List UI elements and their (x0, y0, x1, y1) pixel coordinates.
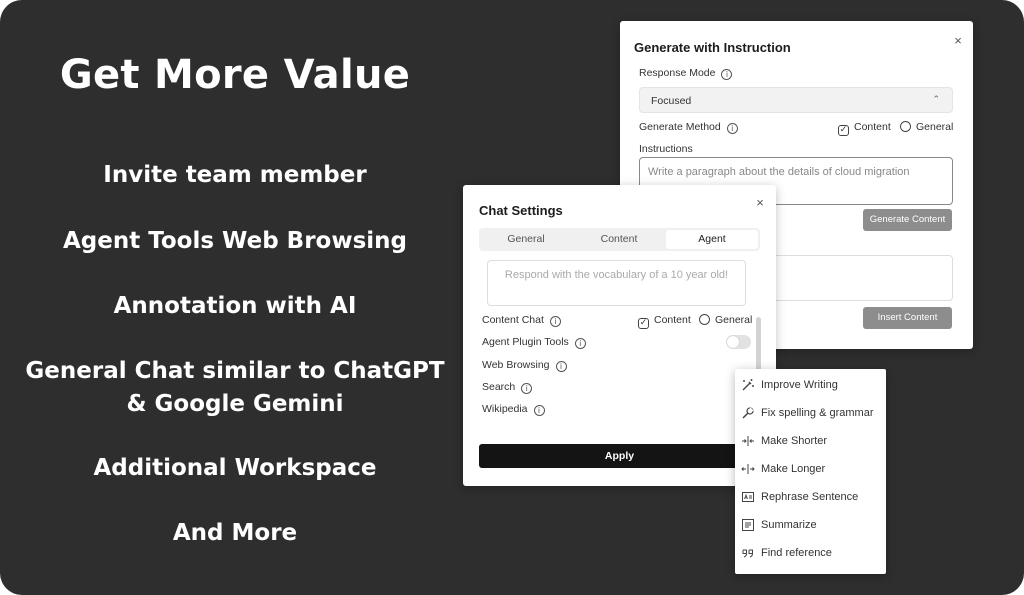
method-general-option[interactable]: General (900, 121, 953, 133)
content-chat-general-option[interactable]: General (699, 314, 752, 326)
generate-dialog-title: Generate with Instruction (634, 40, 791, 55)
search-label: Search i (482, 381, 533, 394)
close-icon[interactable]: × (951, 34, 965, 48)
toggle-knob (727, 336, 739, 348)
response-mode-value: Focused (651, 95, 692, 107)
menu-item-summarize[interactable]: Summarize (735, 513, 885, 541)
rephrase-icon (742, 492, 754, 502)
wrench-icon (742, 407, 754, 419)
headline: Get More Value (59, 52, 411, 98)
quote-icon (742, 549, 753, 558)
checkbox-checked-icon[interactable]: ✓ (838, 125, 849, 136)
method-content-option[interactable]: ✓ Content (838, 121, 891, 136)
menu-item-make-shorter[interactable]: Make Shorter (735, 429, 885, 457)
radio-icon[interactable] (699, 314, 710, 325)
content-chat-content-option[interactable]: ✓ Content (638, 314, 691, 329)
info-icon: i (533, 405, 545, 416)
output-textarea[interactable] (770, 255, 953, 301)
menu-item-fix-spelling[interactable]: Fix spelling & grammar (735, 401, 885, 429)
ai-actions-menu: Improve Writing Fix spelling & grammar M… (735, 369, 886, 574)
info-icon: i (721, 69, 733, 80)
promo-canvas: Get More Value Invite team member Agent … (0, 0, 1024, 595)
chevron-updown-icon: ⌃ (932, 94, 940, 104)
feature-general-chat-line2: & Google Gemini (126, 391, 344, 417)
shrink-icon (742, 436, 754, 446)
feature-annotation: Annotation with AI (113, 293, 357, 319)
tab-agent[interactable]: Agent (666, 230, 758, 249)
system-prompt-input[interactable]: Respond with the vocabulary of a 10 year… (487, 260, 746, 306)
agent-plugin-tools-label: Agent Plugin Tools i (482, 336, 586, 349)
info-icon: i (549, 316, 561, 327)
info-icon: i (521, 383, 533, 394)
info-icon: i (555, 361, 567, 372)
feature-invite: Invite team member (103, 162, 367, 188)
summary-icon (742, 519, 754, 531)
agent-plugin-toggle[interactable] (726, 335, 751, 349)
wikipedia-label: Wikipedia i (482, 403, 545, 416)
settings-tabs: General Content Agent (479, 228, 760, 251)
menu-item-find-reference[interactable]: Find reference (735, 541, 885, 569)
info-icon: i (726, 123, 738, 134)
expand-icon (741, 464, 755, 474)
checkbox-checked-icon[interactable]: ✓ (638, 318, 649, 329)
menu-item-improve-writing[interactable]: Improve Writing (735, 373, 885, 401)
instructions-label: Instructions (639, 143, 693, 155)
content-chat-label: Content Chat i (482, 314, 561, 327)
chat-settings-title: Chat Settings (479, 203, 563, 218)
response-mode-label: Response Mode i (639, 67, 733, 80)
generate-method-label: Generate Method i (639, 121, 738, 134)
info-icon: i (574, 338, 586, 349)
tab-content[interactable]: Content (574, 230, 664, 249)
feature-more: And More (172, 520, 298, 546)
generate-content-button[interactable]: Generate Content (863, 209, 952, 231)
magic-wand-icon (742, 379, 754, 391)
apply-button[interactable]: Apply (479, 444, 760, 468)
chat-settings-dialog: Chat Settings × General Content Agent Re… (463, 185, 776, 486)
menu-item-rephrase[interactable]: Rephrase Sentence (735, 485, 885, 513)
radio-icon[interactable] (900, 121, 911, 132)
tab-general[interactable]: General (481, 230, 571, 249)
feature-agent-tools: Agent Tools Web Browsing (62, 228, 407, 254)
response-mode-select[interactable]: Focused ⌃ (639, 87, 953, 113)
web-browsing-label: Web Browsing i (482, 359, 567, 372)
feature-general-chat: General Chat similar to ChatGPT (25, 358, 445, 384)
feature-workspace: Additional Workspace (93, 455, 377, 481)
insert-content-button[interactable]: Insert Content (863, 307, 952, 329)
menu-item-make-longer[interactable]: Make Longer (735, 457, 885, 485)
close-icon[interactable]: × (753, 196, 767, 210)
